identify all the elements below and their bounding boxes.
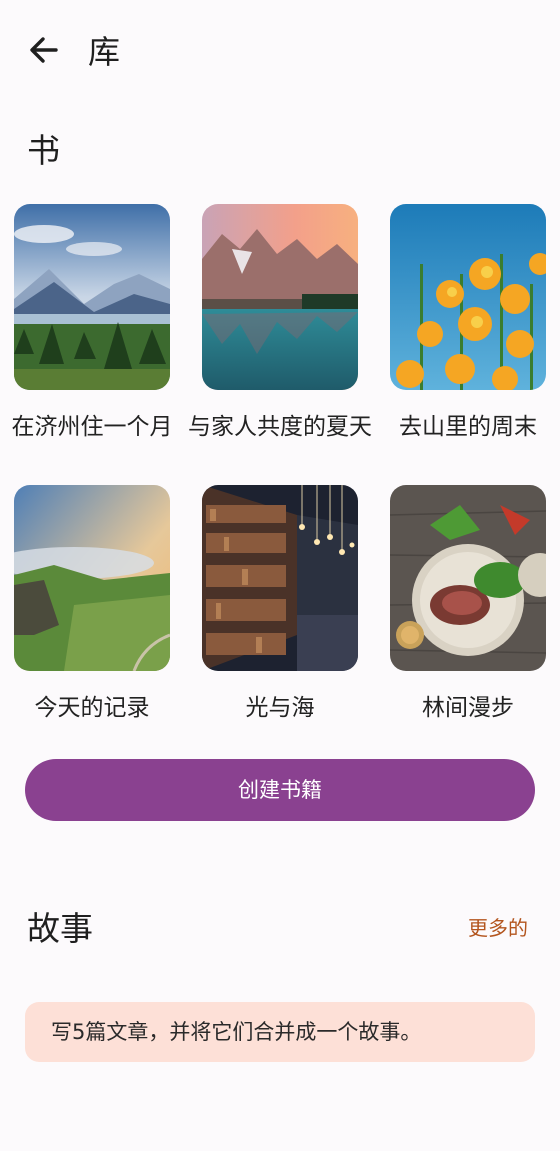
book-card[interactable]: 与家人共度的夏天 [186,204,374,446]
book-cover-image [390,485,546,671]
story-prompt-card[interactable]: 写5篇文章，并将它们合并成一个故事。 [25,1002,535,1062]
book-title: 与家人共度的夏天 [188,414,372,440]
book-cover-image [14,204,170,390]
stories-section-heading: 故事 [27,909,93,948]
stories-more-link[interactable]: 更多的 [468,912,528,944]
book-card[interactable]: 在济州住一个月 [0,204,186,446]
book-title: 林间漫步 [422,695,514,721]
book-title: 去山里的周末 [399,414,537,440]
book-card[interactable]: 林间漫步 [374,485,560,727]
book-card[interactable]: 去山里的周末 [374,204,560,446]
book-cover-image [202,204,358,390]
book-title: 光与海 [245,695,315,721]
book-cover-image [14,485,170,671]
top-app-bar: 库 [0,0,560,104]
page-title: 库 [88,33,121,71]
book-cover-image [202,485,358,671]
book-card[interactable]: 今天的记录 [0,485,186,727]
books-section-heading: 书 [27,131,60,170]
book-title: 在济州住一个月 [11,414,173,440]
create-book-button[interactable]: 创建书籍 [25,759,535,821]
back-button[interactable] [24,30,64,70]
book-card[interactable]: 光与海 [186,485,374,727]
story-prompt-text: 写5篇文章，并将它们合并成一个故事。 [51,1020,422,1044]
arrow-left-icon [30,37,58,63]
book-cover-image [390,204,546,390]
book-title: 今天的记录 [34,695,150,721]
